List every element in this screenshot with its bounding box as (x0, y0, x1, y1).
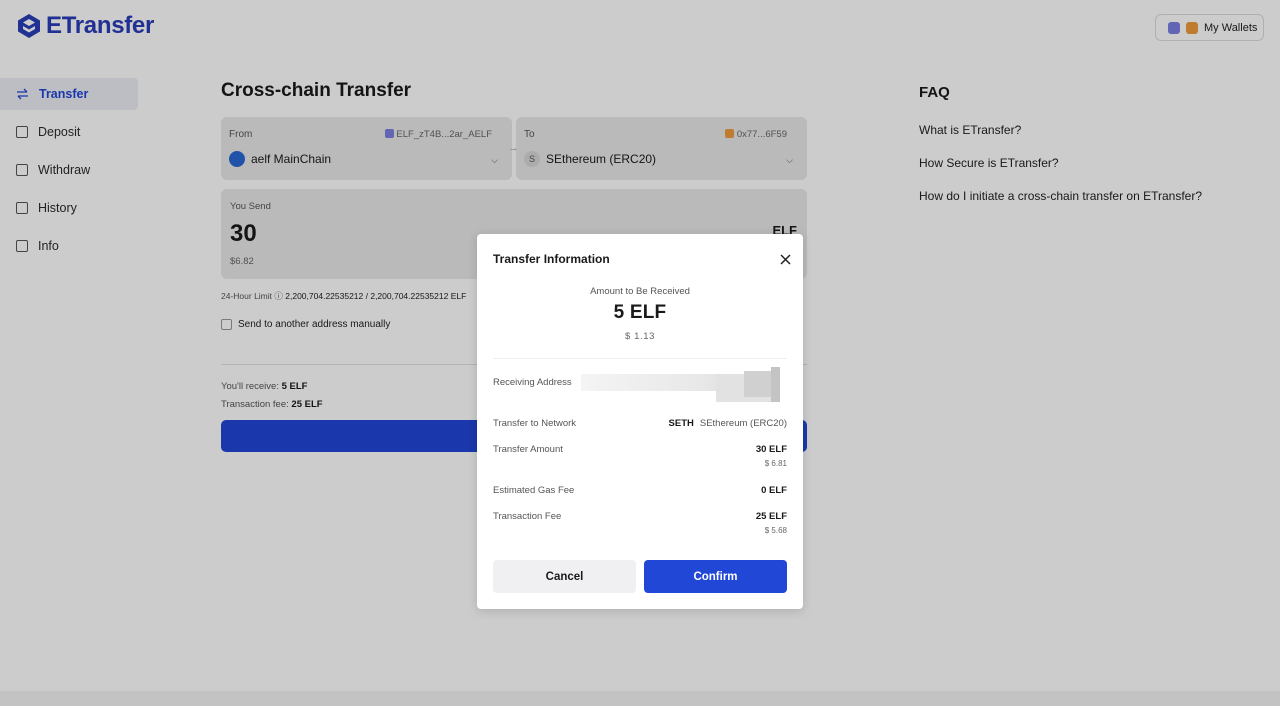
network-row: Transfer to Network SETH SEthereum (ERC20… (493, 418, 787, 429)
transfer-amount-usd: $ 6.81 (764, 459, 787, 468)
receive-amount: 5 ELF (613, 302, 667, 323)
transfer-information-dialog: Transfer Information Amount to Be Receiv… (477, 234, 803, 609)
transfer-amount-label: Transfer Amount (493, 444, 563, 455)
dialog-title: Transfer Information (493, 252, 610, 266)
receive-label: Amount to Be Received (590, 286, 690, 297)
transaction-fee-label: Transaction Fee (493, 511, 562, 522)
amount-to-receive: Amount to Be Received 5 ELF $ 1.13 (493, 286, 787, 342)
gas-fee-row: Estimated Gas Fee 0 ELF (493, 485, 787, 496)
network-value: SETH SEthereum (ERC20) (668, 418, 787, 429)
receiving-address-label: Receiving Address (493, 377, 572, 388)
receive-usd: $ 1.13 (624, 331, 655, 342)
redacted-address-image (581, 367, 780, 402)
receiving-address-row: Receiving Address (493, 367, 787, 402)
close-icon[interactable] (777, 251, 793, 267)
cancel-button[interactable]: Cancel (493, 560, 636, 593)
transaction-fee-value: 25 ELF (755, 511, 787, 522)
transaction-fee-usd: $ 5.68 (764, 526, 787, 535)
network-label: Transfer to Network (493, 418, 577, 429)
gas-fee-label: Estimated Gas Fee (493, 485, 575, 496)
transfer-amount-row: Transfer Amount 30 ELF $ 6.81 (493, 444, 787, 468)
confirm-button[interactable]: Confirm (644, 560, 787, 593)
gas-fee-value: 0 ELF (761, 485, 787, 496)
dialog-divider (493, 358, 787, 359)
transfer-amount-value: 30 ELF (755, 444, 787, 455)
transaction-fee-row: Transaction Fee 25 ELF $ 5.68 (493, 511, 787, 535)
